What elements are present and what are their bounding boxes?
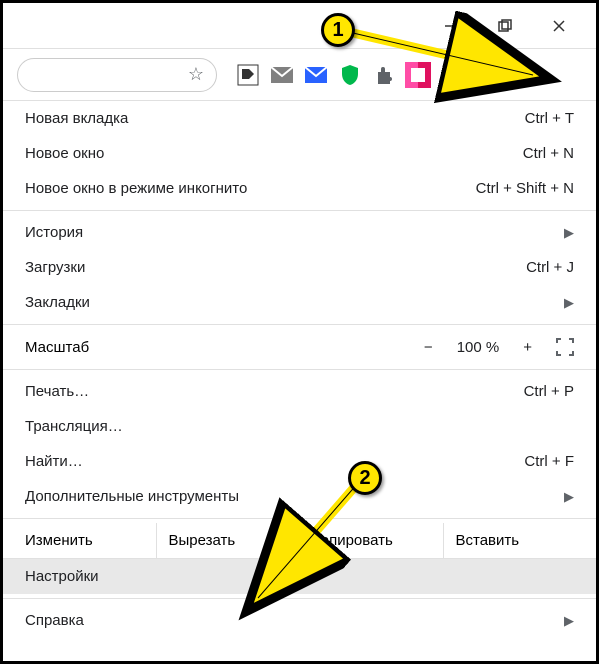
menu-print[interactable]: Печать… Ctrl + P bbox=[3, 374, 596, 409]
chrome-menu-button[interactable] bbox=[445, 57, 481, 93]
menu-new-window[interactable]: Новое окно Ctrl + N bbox=[3, 136, 596, 171]
vertical-dots-icon bbox=[461, 66, 465, 84]
menu-settings[interactable]: Настройки bbox=[3, 559, 596, 594]
zoom-out-button[interactable]: − bbox=[424, 339, 433, 356]
menu-item-label: Печать… bbox=[25, 383, 89, 400]
chrome-menu: Новая вкладка Ctrl + T Новое окно Ctrl +… bbox=[3, 101, 596, 638]
zoom-value: 100 % bbox=[457, 339, 500, 356]
menu-item-label: История bbox=[25, 224, 83, 241]
window-titlebar bbox=[3, 3, 596, 49]
menu-item-label: Настройки bbox=[25, 568, 99, 585]
shortcut: Ctrl + N bbox=[523, 145, 574, 162]
omnibox[interactable]: ☆ bbox=[17, 58, 217, 92]
shortcut: Ctrl + J bbox=[526, 259, 574, 276]
menu-help[interactable]: Справка ▶ bbox=[3, 603, 596, 638]
edit-paste[interactable]: Вставить bbox=[444, 523, 597, 558]
menu-separator bbox=[3, 598, 596, 599]
menu-downloads[interactable]: Загрузки Ctrl + J bbox=[3, 250, 596, 285]
menu-item-label: Масштаб bbox=[25, 339, 89, 356]
menu-edit-row: Изменить Вырезать Копировать Вставить bbox=[3, 523, 596, 559]
edit-copy[interactable]: Копировать bbox=[300, 523, 444, 558]
menu-separator bbox=[3, 324, 596, 325]
menu-item-label: Загрузки bbox=[25, 259, 85, 276]
menu-find[interactable]: Найти… Ctrl + F bbox=[3, 444, 596, 479]
browser-toolbar: ☆ bbox=[3, 49, 596, 101]
edit-cut[interactable]: Вырезать bbox=[157, 523, 301, 558]
maximize-icon[interactable] bbox=[496, 17, 514, 35]
menu-more-tools[interactable]: Дополнительные инструменты ▶ bbox=[3, 479, 596, 514]
minimize-icon[interactable] bbox=[442, 17, 460, 35]
mail-gray-icon[interactable] bbox=[269, 62, 295, 88]
menu-item-label: Новая вкладка bbox=[25, 110, 128, 127]
menu-item-label: Дополнительные инструменты bbox=[25, 488, 239, 505]
chevron-right-icon: ▶ bbox=[564, 225, 574, 241]
menu-item-label: Трансляция… bbox=[25, 418, 123, 435]
menu-history[interactable]: История ▶ bbox=[3, 215, 596, 250]
menu-separator bbox=[3, 210, 596, 211]
shortcut: Ctrl + F bbox=[524, 453, 574, 470]
menu-item-label: Закладки bbox=[25, 294, 90, 311]
menu-cast[interactable]: Трансляция… bbox=[3, 409, 596, 444]
menu-separator bbox=[3, 518, 596, 519]
menu-item-label: Найти… bbox=[25, 453, 83, 470]
menu-zoom: Масштаб − 100 % + bbox=[3, 329, 596, 365]
shortcut: Ctrl + T bbox=[525, 110, 574, 127]
chevron-right-icon: ▶ bbox=[564, 295, 574, 311]
menu-separator bbox=[3, 369, 596, 370]
shield-icon[interactable] bbox=[337, 62, 363, 88]
tag-icon[interactable] bbox=[235, 62, 261, 88]
fullscreen-icon[interactable] bbox=[556, 338, 574, 356]
edit-label: Изменить bbox=[3, 523, 157, 558]
menu-item-label: Новое окно bbox=[25, 145, 104, 162]
menu-item-label: Новое окно в режиме инкогнито bbox=[25, 180, 247, 197]
menu-bookmarks[interactable]: Закладки ▶ bbox=[3, 285, 596, 320]
menu-new-tab[interactable]: Новая вкладка Ctrl + T bbox=[3, 101, 596, 136]
chevron-right-icon: ▶ bbox=[564, 489, 574, 505]
bookmark-star-icon[interactable]: ☆ bbox=[188, 64, 204, 85]
mail-blue-icon[interactable] bbox=[303, 62, 329, 88]
shortcut: Ctrl + Shift + N bbox=[476, 180, 574, 197]
puzzle-icon[interactable] bbox=[371, 62, 397, 88]
menu-incognito[interactable]: Новое окно в режиме инкогнито Ctrl + Shi… bbox=[3, 171, 596, 206]
zoom-in-button[interactable]: + bbox=[523, 339, 532, 356]
close-icon[interactable] bbox=[550, 17, 568, 35]
chevron-right-icon: ▶ bbox=[564, 613, 574, 629]
menu-item-label: Справка bbox=[25, 612, 84, 629]
profile-icon[interactable] bbox=[405, 62, 431, 88]
shortcut: Ctrl + P bbox=[524, 383, 574, 400]
